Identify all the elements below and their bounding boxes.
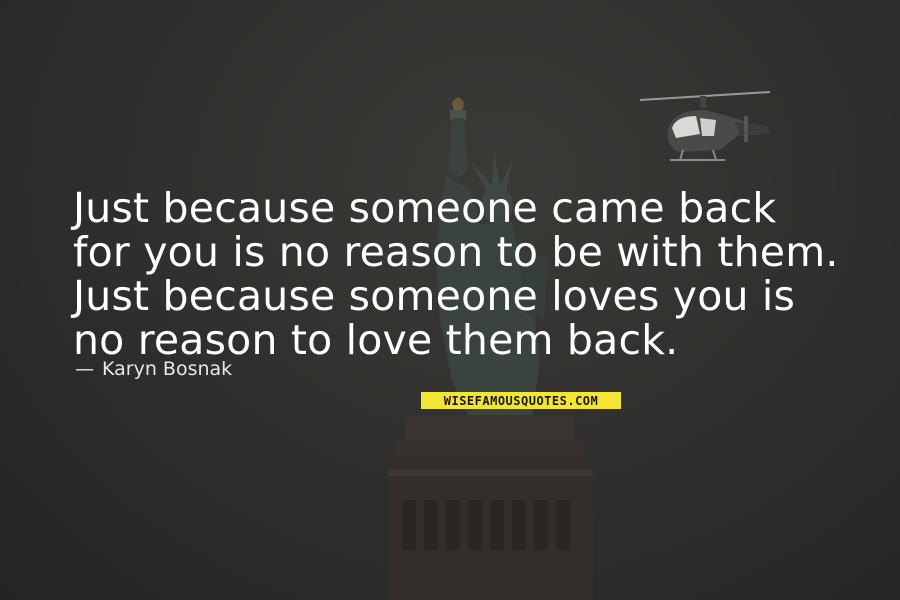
brand-watermark: WISEFAMOUSQUOTES.COM <box>421 392 621 409</box>
quote-author: — Karyn Bosnak <box>75 358 232 380</box>
author-dash: — <box>75 358 94 380</box>
quote-image: Just because someone came back for you i… <box>0 0 900 600</box>
quote-text: Just because someone came back for you i… <box>73 186 863 362</box>
quote-line: for you is no reason to be with them. <box>73 228 839 276</box>
quote-line: Just because someone loves you is <box>73 272 796 320</box>
quote-line: Just because someone came back <box>73 184 777 232</box>
author-name: Karyn Bosnak <box>102 358 233 380</box>
helicopter <box>639 91 771 161</box>
quote-line: no reason to love them back. <box>73 316 679 364</box>
